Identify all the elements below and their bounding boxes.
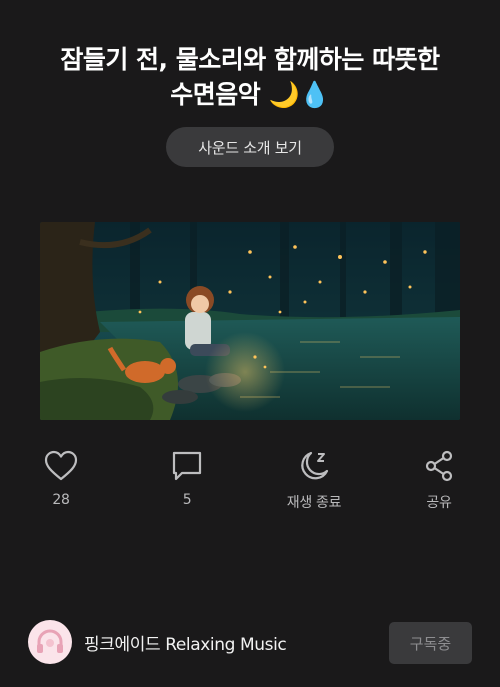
share-label: 공유 [426,495,452,511]
like-button[interactable]: 28 [11,446,111,508]
heart-icon [11,446,111,486]
share-button[interactable]: 공유 [389,446,489,512]
subscribe-button[interactable]: 구독중 [389,622,472,664]
forest-lake-illustration [40,222,460,420]
comment-button[interactable]: 5 [137,446,237,508]
video-title-line-1: 잠들기 전, 물소리와 함께하는 따뜻한 [60,45,440,74]
video-title-line-2: 수면음악 🌙💧 [170,80,330,109]
channel-avatar[interactable] [28,620,72,664]
comment-icon [137,446,237,486]
video-thumbnail[interactable] [40,222,460,420]
sound-intro-button[interactable]: 사운드 소개 보기 [166,127,334,167]
like-count: 28 [52,492,70,508]
share-icon [389,446,489,486]
sleep-timer-label: 재생 종료 [286,495,342,511]
sleep-timer-button[interactable]: 재생 종료 [264,446,364,512]
moon-sleep-icon [264,446,364,486]
channel-name[interactable]: 핑크에이드 Relaxing Music [84,630,287,655]
video-title: 잠들기 전, 물소리와 함께하는 따뜻한 수면음악 🌙💧 [0,42,500,112]
headphones-icon [31,623,69,661]
channel-info[interactable]: 핑크에이드 Relaxing Music [28,620,287,664]
comment-count: 5 [182,492,192,508]
action-bar: 28 5 재생 종료 공유 [0,446,500,516]
